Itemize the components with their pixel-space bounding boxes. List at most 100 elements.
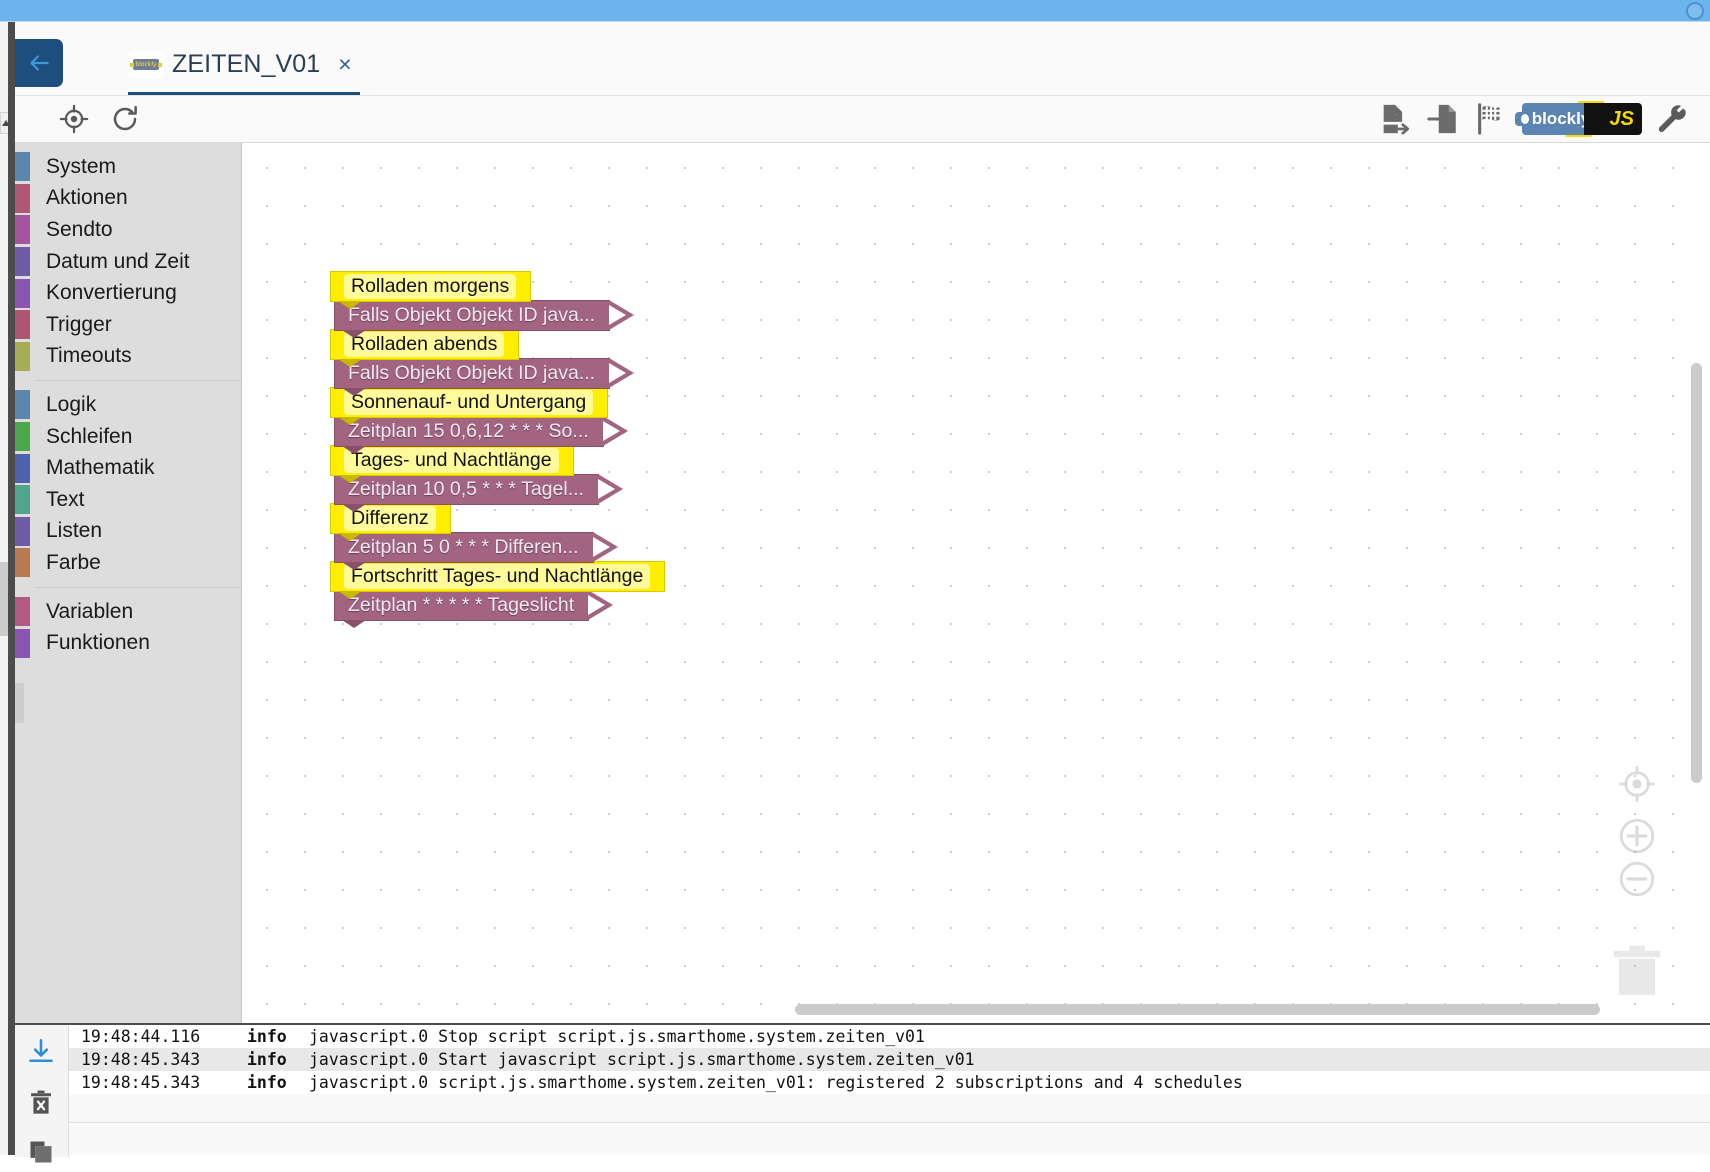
import-blocks-button[interactable] (1426, 102, 1460, 136)
tab-close-icon[interactable]: × (338, 53, 351, 76)
toolbox-item-mathematik[interactable]: Mathematik (15, 452, 241, 484)
language-toggle[interactable]: blockly JS (1515, 101, 1642, 137)
toolbox-color-swatch (15, 152, 30, 182)
toolbox-color-swatch (15, 628, 30, 658)
tab-zeiten-v01[interactable]: blockly ZEITEN_V01 × (128, 37, 360, 95)
block-label: Rolladen morgens (351, 275, 510, 297)
export-blocks-button[interactable] (1378, 102, 1412, 136)
reload-button[interactable] (110, 104, 140, 139)
block-label: Falls Objekt Objekt ID java... (348, 362, 596, 384)
settings-button[interactable] (1656, 102, 1690, 136)
log-level: info (247, 1073, 287, 1092)
copy-icon (30, 1141, 52, 1163)
toolbox-color-swatch (15, 485, 30, 515)
block-connector-notch (342, 446, 366, 454)
toolbox-color-swatch (15, 390, 30, 420)
toolbox-item-text[interactable]: Text (15, 484, 241, 516)
log-row[interactable]: 19:48:45.343 info javascript.0 script.js.s… (69, 1071, 1710, 1094)
workspace-block[interactable]: Falls Objekt Objekt ID java... (334, 300, 636, 338)
block-body: Zeitplan 10 0,5 * * * Tagel... (334, 474, 599, 505)
toolbox-item-label: Trigger (46, 312, 112, 336)
blockly-toolbox: System Aktionen Sendto Datum und Zeit Konver… (15, 143, 242, 1023)
workspace-block[interactable]: Zeitplan 5 0 * * * Differen... (334, 532, 620, 570)
block-connector-notch (338, 591, 362, 599)
block-label: Zeitplan 5 0 * * * Differen... (348, 536, 579, 558)
toolbox-item-logik[interactable]: Logik (15, 389, 241, 421)
toolbox-item-trigger[interactable]: Trigger (15, 309, 241, 341)
log-message: javascript.0 Stop script script.js.smart… (309, 1027, 925, 1046)
block-connector-notch (342, 504, 366, 512)
tab-bar: blockly ZEITEN_V01 × (15, 23, 1710, 96)
workspace-block[interactable]: Rolladen morgens (330, 271, 532, 309)
zoom-out-button[interactable] (1616, 858, 1658, 905)
workspace-vertical-scrollbar[interactable] (1691, 363, 1702, 783)
blockly-workspace[interactable]: Rolladen morgens Falls Objekt Objekt ID j… (242, 143, 1710, 1023)
log-row[interactable]: 19:48:45.343 info javascript.0 Start javas… (69, 1048, 1710, 1071)
toolbox-item-label: Farbe (46, 550, 101, 574)
toolbox-item-label: Konvertierung (46, 281, 177, 305)
block-label: Zeitplan 15 0,6,12 * * * So... (348, 420, 589, 442)
export-file-icon (1383, 104, 1410, 135)
block-label-highlight: Sonnenauf- und Untergang (344, 390, 594, 415)
block-connector-notch (338, 475, 362, 483)
blockly-logo-icon: blockly (128, 50, 164, 79)
minus-circle-icon (1619, 861, 1655, 897)
toolbox-color-swatch (15, 278, 30, 308)
toolbox-item-datum-und-zeit[interactable]: Datum und Zeit (15, 246, 241, 278)
toolbox-item-konvertierung[interactable]: Konvertierung (15, 277, 241, 309)
toggle-js-option[interactable]: JS (1584, 103, 1642, 135)
back-button[interactable] (15, 39, 63, 87)
log-rows[interactable]: 19:48:44.116 info javascript.0 Stop script… (69, 1025, 1710, 1155)
block-label-highlight: Rolladen abends (344, 332, 505, 357)
center-workspace-button[interactable] (1616, 763, 1658, 810)
toolbox-scrollbar-thumb[interactable] (15, 683, 24, 723)
import-file-icon (1427, 104, 1456, 134)
checkpoint-button[interactable] (1474, 102, 1508, 136)
toolbox-item-label: System (46, 154, 117, 178)
block-body: Rolladen morgens (330, 271, 532, 302)
toolbox-item-label: Logik (46, 392, 97, 416)
toolbox-item-sendto[interactable]: Sendto (15, 214, 241, 246)
trash-can[interactable] (1606, 938, 1668, 1005)
toolbox-color-swatch (15, 183, 30, 213)
crosshair-icon (59, 104, 89, 134)
workspace-horizontal-scrollbar[interactable] (795, 1004, 1600, 1015)
toolbox-groups: System Aktionen Sendto Datum und Zeit Konver… (15, 151, 241, 659)
workspace-block[interactable]: Sonnenauf- und Untergang (330, 387, 609, 425)
log-timestamp: 19:48:45.343 (81, 1073, 201, 1092)
workspace-block[interactable]: Zeitplan * * * * * Tageslicht (334, 590, 615, 628)
toolbox-item-listen[interactable]: Listen (15, 516, 241, 548)
zoom-in-button[interactable] (1616, 815, 1658, 862)
scroll-to-bottom-button[interactable] (27, 1037, 55, 1072)
workspace-block[interactable]: Zeitplan 15 0,6,12 * * * So... (334, 416, 630, 454)
toolbox-item-system[interactable]: System (15, 151, 241, 183)
log-row[interactable]: 19:48:44.116 info javascript.0 Stop script… (69, 1025, 1710, 1048)
toolbox-color-swatch (15, 597, 30, 627)
reload-icon (113, 105, 137, 131)
workspace-block[interactable]: Tages- und Nachtlänge (330, 445, 574, 483)
toolbox-item-aktionen[interactable]: Aktionen (15, 183, 241, 215)
toolbox-item-variablen[interactable]: Variablen (15, 596, 241, 628)
workspace-block[interactable]: Zeitplan 10 0,5 * * * Tagel... (334, 474, 625, 512)
toolbox-color-swatch (15, 422, 30, 452)
toolbox-item-funktionen[interactable]: Funktionen (15, 627, 241, 659)
toolbox-color-swatch (15, 310, 30, 340)
locate-blocks-button[interactable] (59, 104, 89, 139)
block-body: Fortschritt Tages- und Nachtlänge (330, 561, 666, 592)
toolbox-item-schleifen[interactable]: Schleifen (15, 421, 241, 453)
toolbox-group-divider (35, 380, 241, 382)
toolbox-item-label: Timeouts (46, 344, 132, 368)
block-body: Zeitplan * * * * * Tageslicht (334, 590, 590, 621)
workspace-block[interactable]: Falls Objekt Objekt ID java... (334, 358, 636, 396)
toolbar-right-group: blockly JS (1378, 101, 1690, 137)
arrow-left-icon (30, 55, 49, 71)
block-label-highlight: Rolladen morgens (344, 274, 517, 299)
toolbox-item-timeouts[interactable]: Timeouts (15, 341, 241, 373)
toolbox-item-farbe[interactable]: Farbe (15, 547, 241, 579)
block-collapsed-tail (609, 358, 636, 389)
clear-log-button[interactable] (27, 1087, 55, 1122)
workspace-block[interactable]: Fortschritt Tages- und Nachtlänge (330, 561, 666, 599)
toolbox-color-swatch (15, 548, 30, 578)
toolbox-color-swatch (15, 341, 30, 371)
block-body: Zeitplan 5 0 * * * Differen... (334, 532, 594, 563)
